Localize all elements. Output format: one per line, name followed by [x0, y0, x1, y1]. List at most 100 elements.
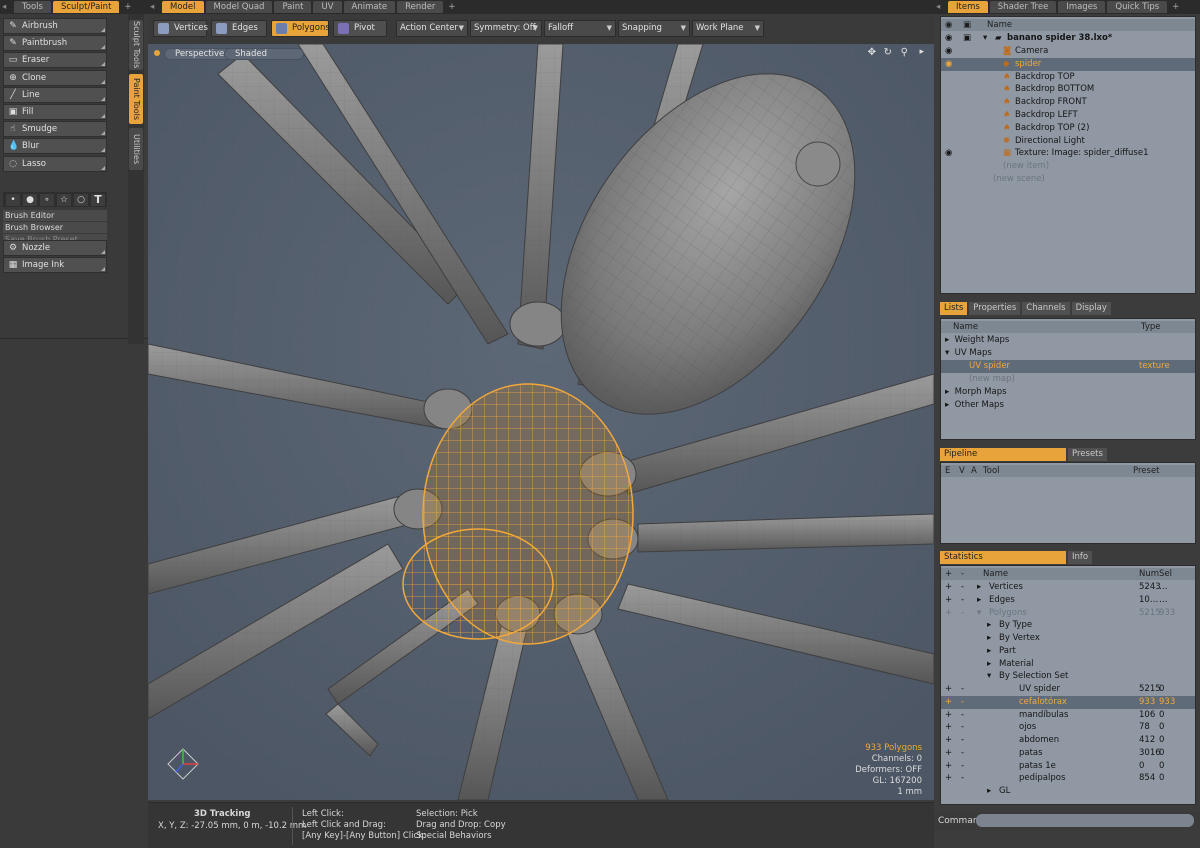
viewport-menu-icon[interactable]: ▸ [919, 47, 924, 57]
stat-row[interactable]: ▸ Material [941, 658, 1195, 671]
tab-pipeline[interactable]: Pipeline [940, 448, 1066, 461]
stat-add-icon[interactable]: + [945, 760, 952, 773]
pipeline-col-e[interactable]: E [945, 465, 950, 477]
tab-properties[interactable]: Properties [969, 302, 1021, 315]
maps-type-header[interactable]: Type [1141, 321, 1161, 333]
tool-line-button[interactable]: ╱ Line [3, 86, 107, 103]
expand-arrow-icon[interactable]: ▸ [987, 658, 991, 671]
brush-star-icon[interactable]: ☆ [57, 193, 71, 206]
tab-channels[interactable]: Channels [1022, 302, 1070, 315]
right-tabstrip-menu-icon[interactable]: ◂ [936, 1, 946, 13]
lock-icon[interactable]: ▣ [963, 32, 971, 45]
stat-add-icon[interactable]: + [945, 721, 952, 734]
brush-circle-icon[interactable]: ○ [74, 193, 88, 206]
stat-remove-icon[interactable]: - [961, 607, 964, 620]
new-item-row[interactable]: (new item) [1003, 160, 1183, 173]
image-ink-button[interactable]: ▦ Image Ink [3, 257, 107, 273]
weight-maps-row[interactable]: ▸ Weight Maps [945, 334, 1195, 347]
expand-arrow-icon[interactable]: ▸ [987, 645, 991, 658]
edges-mode-button[interactable]: Edges [211, 20, 267, 37]
stat-add-icon[interactable]: + [945, 581, 952, 594]
vtab-sculpt-tools[interactable]: Sculpt Tools [129, 20, 143, 70]
expand-arrow-icon[interactable]: ▸ [977, 581, 981, 594]
pipeline-col-a[interactable]: A [971, 465, 977, 477]
stat-row[interactable]: + - ▾ Polygons 5215 933 [941, 607, 1195, 620]
visibility-eye-icon[interactable]: ◉ [945, 147, 952, 160]
expand-arrow-icon[interactable]: ▸ [987, 619, 991, 632]
stat-sel-header[interactable]: Sel [1159, 568, 1172, 580]
stat-add-icon[interactable]: + [945, 696, 952, 709]
stat-row[interactable]: + - ▸ Edges 10…… [941, 594, 1195, 607]
rotate-view-icon[interactable]: ↻ [884, 47, 892, 58]
action-center-dropdown[interactable]: Action Center ▼ [396, 20, 468, 37]
stat-remove-icon[interactable]: - [961, 772, 964, 785]
expand-arrow-icon[interactable]: ▾ [983, 32, 987, 45]
stat-num-header[interactable]: Num [1139, 568, 1159, 580]
vertices-mode-button[interactable]: Vertices [153, 20, 208, 37]
pipeline-col-v[interactable]: V [959, 465, 965, 477]
stat-row[interactable]: + - ojos 78 0 [941, 721, 1195, 734]
item-row[interactable]: ◉ ◙ Camera [941, 45, 1195, 58]
vtab-utilities[interactable]: Utilities [129, 128, 143, 170]
stat-row[interactable]: + - ▸ Vertices 5243… [941, 581, 1195, 594]
pivot-mode-button[interactable]: Pivot [333, 20, 387, 37]
polygons-mode-button[interactable]: Polygons [271, 20, 330, 37]
stat-row[interactable]: + - cefalotórax 933 933 [941, 695, 1195, 709]
stat-remove-icon[interactable]: - [961, 581, 964, 594]
stat-remove-icon[interactable]: - [961, 747, 964, 760]
stat-row[interactable]: + - UV spider 5215 0 [941, 683, 1195, 696]
morph-maps-row[interactable]: ▸ Morph Maps [945, 386, 1195, 399]
brush-soft-icon[interactable]: ∘ [40, 193, 54, 206]
item-row[interactable]: ♠ Backdrop BOTTOM [941, 83, 1195, 96]
item-row[interactable]: ♠ Backdrop TOP [941, 71, 1195, 84]
tab-animate[interactable]: Animate [343, 1, 396, 13]
tool-clone-button[interactable]: ⊕ Clone [3, 69, 107, 86]
tab-paint[interactable]: Paint [274, 1, 312, 13]
move-view-icon[interactable]: ✥ [868, 47, 876, 58]
stat-add-icon[interactable]: + [945, 772, 952, 785]
stat-row[interactable]: + - mandíbulas 106 0 [941, 709, 1195, 722]
layout-menu-icon[interactable]: ◂ [150, 1, 160, 13]
stat-remove-icon[interactable]: - [961, 696, 964, 709]
name-column-header[interactable]: Name [987, 19, 1012, 31]
stat-remove-all-icon[interactable]: - [961, 568, 964, 580]
3d-viewport[interactable]: Perspective Shaded ✥ ↻ ⚲ ▸ 933 Polygons … [148, 44, 934, 800]
stat-row[interactable]: + - patas 1e 0 0 [941, 760, 1195, 773]
item-row[interactable]: ♠ Backdrop TOP (2) [941, 122, 1195, 135]
visibility-eye-icon[interactable]: ◉ [945, 32, 952, 45]
pipeline-col-preset[interactable]: Preset [1133, 465, 1160, 477]
add-tab-button[interactable]: + [121, 1, 134, 13]
tab-lists[interactable]: Lists [940, 302, 968, 315]
stat-add-icon[interactable]: + [945, 607, 952, 620]
zoom-view-icon[interactable]: ⚲ [901, 47, 908, 58]
tab-statistics[interactable]: Statistics [940, 551, 1066, 564]
other-maps-row[interactable]: ▸ Other Maps [945, 399, 1195, 412]
item-row[interactable]: ◉ ◆ spider [941, 57, 1195, 71]
viewport-dot-icon[interactable] [154, 50, 160, 56]
expand-arrow-icon[interactable]: ▸ [987, 785, 991, 798]
new-map-row[interactable]: (new map) [969, 373, 1169, 386]
stat-add-icon[interactable]: + [945, 734, 952, 747]
item-row[interactable]: ♠ Backdrop FRONT [941, 96, 1195, 109]
visibility-eye-icon[interactable]: ◉ [945, 45, 952, 58]
item-row[interactable]: ♠ Backdrop LEFT [941, 109, 1195, 122]
stat-row[interactable]: + - pedipalpos 854 0 [941, 772, 1195, 785]
add-right-tab-button[interactable]: + [1169, 1, 1182, 13]
stat-add-icon[interactable]: + [945, 709, 952, 722]
work-plane-dropdown[interactable]: Work Plane ▼ [692, 20, 764, 37]
stat-remove-icon[interactable]: - [961, 734, 964, 747]
stat-row[interactable]: ▸ Part [941, 645, 1195, 658]
uv-maps-row[interactable]: ▾ UV Maps [945, 347, 1195, 360]
brush-text-icon[interactable]: T [91, 193, 105, 206]
stat-remove-icon[interactable]: - [961, 594, 964, 607]
item-row[interactable]: ◉ ▦ Texture: Image: spider_diffuse1 [941, 147, 1195, 160]
shading-mode-button[interactable]: Shaded [224, 48, 304, 60]
stat-remove-icon[interactable]: - [961, 709, 964, 722]
stat-name-header[interactable]: Name [983, 568, 1008, 580]
stat-row[interactable]: ▸ By Type [941, 619, 1195, 632]
tab-uv[interactable]: UV [313, 1, 342, 13]
tool-fill-button[interactable]: ▣ Fill [3, 104, 107, 120]
expand-arrow-icon[interactable]: ▾ [987, 670, 991, 683]
tab-images[interactable]: Images [1058, 1, 1106, 13]
snapping-dropdown[interactable]: Snapping ▼ [618, 20, 690, 37]
